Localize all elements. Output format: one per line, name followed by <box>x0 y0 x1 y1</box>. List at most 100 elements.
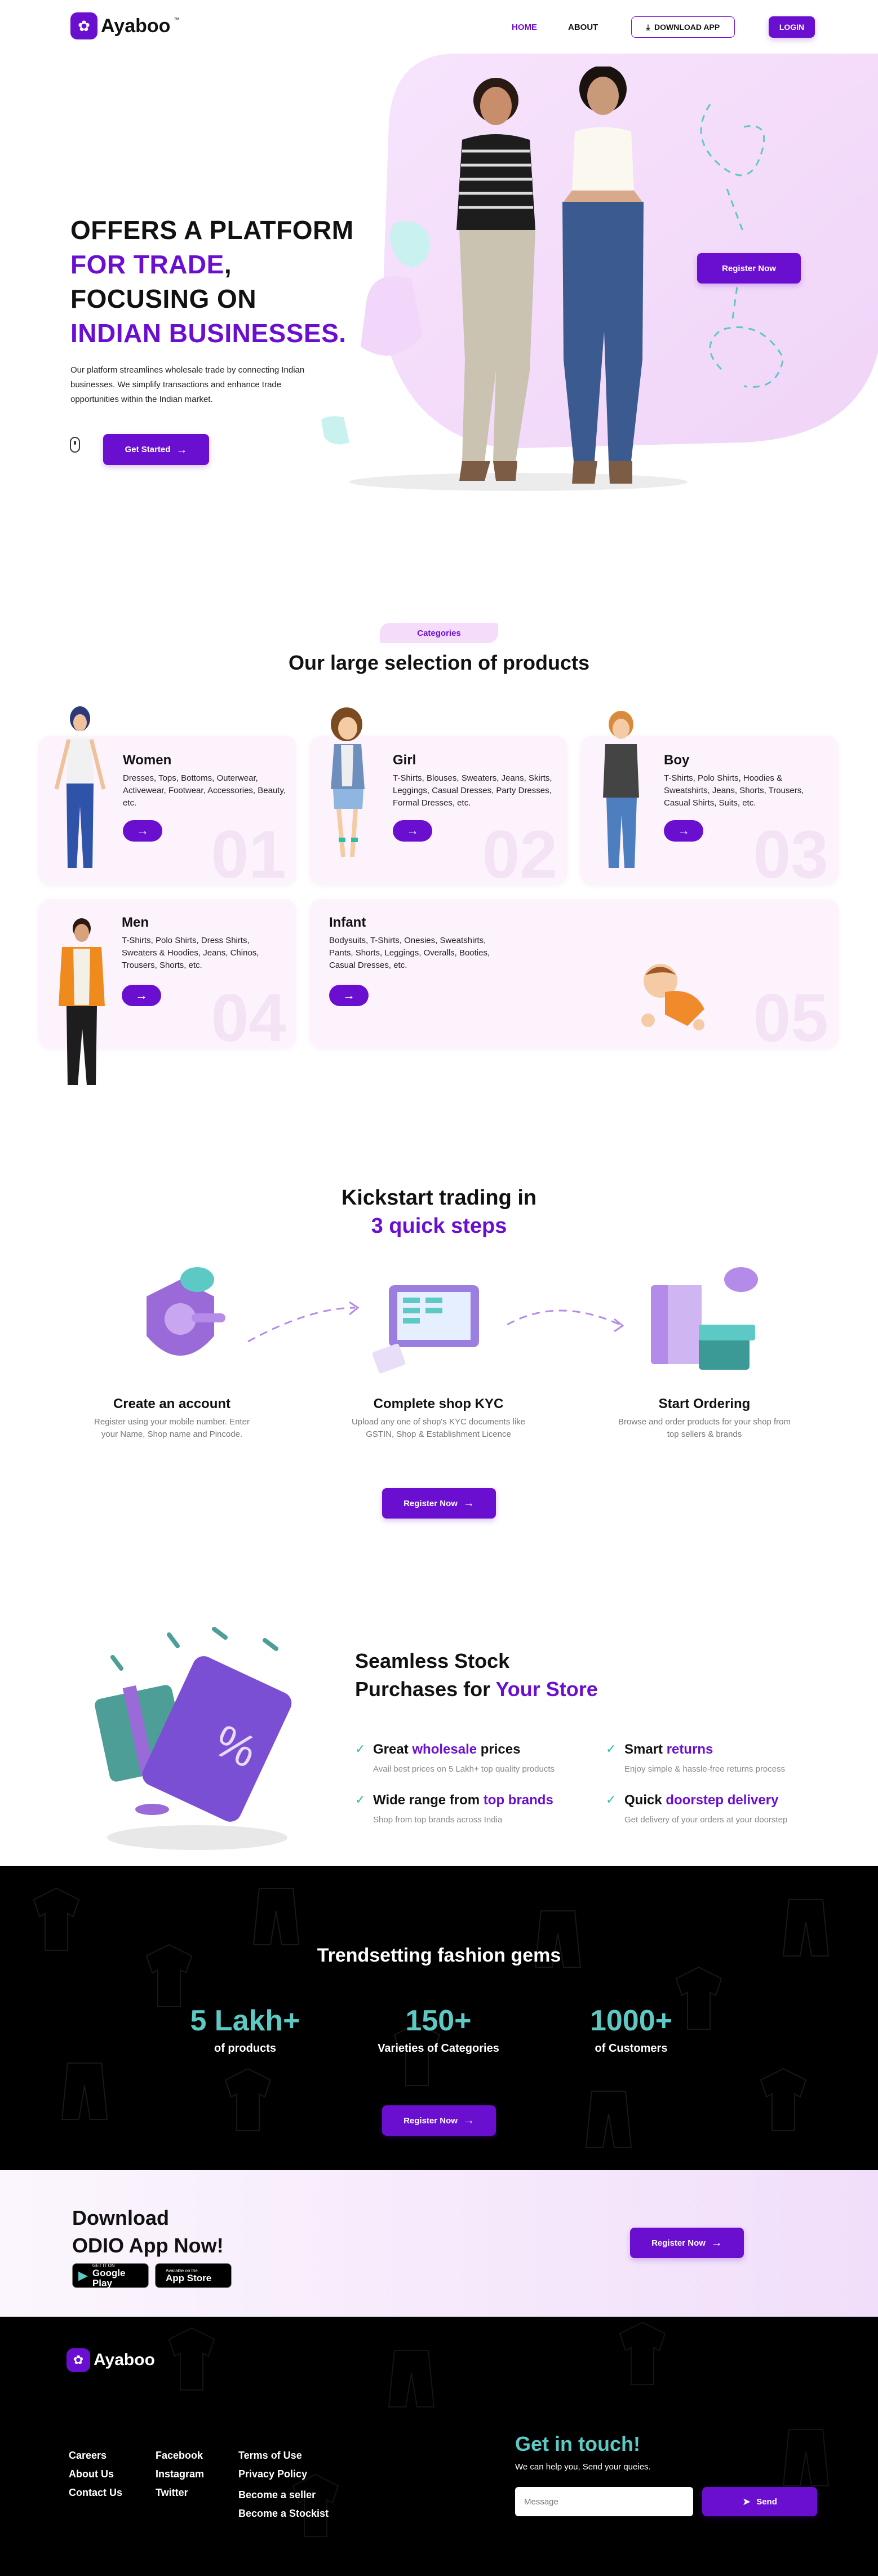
feature-desc: Avail best prices on 5 Lakh+ top quality… <box>373 1764 555 1774</box>
category-title: Boy <box>664 753 690 768</box>
arrow-right-icon: → <box>176 443 188 456</box>
arrow-right-icon[interactable]: → <box>329 985 369 1006</box>
footer-link-careers[interactable]: Careers <box>69 2450 107 2462</box>
footer-link-seller[interactable]: Become a seller <box>238 2489 316 2501</box>
feature-highlight: wholesale <box>412 1742 477 1757</box>
stat-value: 5 Lakh+ <box>190 2004 300 2037</box>
apple-big-text: App Store <box>166 2272 212 2283</box>
download-line-2: ODIO App Now! <box>72 2234 224 2257</box>
arrow-right-icon[interactable]: → <box>123 820 162 842</box>
boy-figure-illustration <box>603 711 639 868</box>
step-title: Create an account <box>113 1396 231 1411</box>
hero-line-4: INDIAN BUSINESSES. <box>70 318 347 348</box>
google-play-icon: ▶ <box>78 2268 88 2282</box>
gift-coupon-illustration: % <box>95 1627 292 1850</box>
category-desc: T-Shirts, Polo Shirts, Hoodies & Sweatsh… <box>664 773 804 808</box>
arrow-right-icon: → <box>463 1497 475 1510</box>
seamless-line-1: Seamless Stock <box>355 1649 510 1672</box>
send-button[interactable]: ➤ Send <box>702 2487 817 2516</box>
step-desc: Upload any one of shop's KYC documents l… <box>351 1417 526 1439</box>
category-number: 05 <box>753 980 828 1056</box>
send-icon: ➤ <box>742 2495 751 2507</box>
seamless-line-2b: Your Store <box>495 1678 598 1701</box>
feature-highlight: top brands <box>483 1792 553 1808</box>
stat-label: of Customers <box>595 2042 668 2055</box>
footer-logo[interactable]: ✿ Ayaboo <box>66 2348 155 2372</box>
category-desc: Bodysuits, T-Shirts, Onesies, Sweatshirt… <box>329 936 490 970</box>
footer-link-stockist[interactable]: Become a Stockist <box>238 2508 329 2520</box>
stat-label: Varieties of Categories <box>378 2042 499 2055</box>
category-title: Men <box>122 915 149 930</box>
footer-link-contact[interactable]: Contact Us <box>69 2487 122 2499</box>
feature-title: Great wholesale prices <box>373 1742 520 1758</box>
google-play-button[interactable]: ▶ GET IT ON Google Play <box>72 2263 149 2288</box>
arrow-right-icon[interactable]: → <box>664 820 703 842</box>
app-store-button[interactable]: Available on the App Store <box>155 2263 232 2288</box>
step-title: Complete shop KYC <box>373 1396 504 1411</box>
feature-pre: Smart <box>624 1742 667 1757</box>
hero-description: Our platform streamlines wholesale trade… <box>70 365 305 404</box>
get-started-button[interactable]: Get Started → <box>103 434 209 465</box>
hero-register-button[interactable]: Register Now <box>697 253 801 284</box>
arrow-right-icon[interactable]: → <box>122 985 161 1006</box>
step-desc: Browse and order products for your shop … <box>618 1417 791 1439</box>
feature-pre: Quick <box>624 1792 666 1808</box>
step-desc: Register using your mobile number. Enter… <box>94 1417 250 1439</box>
hero-heading: OFFERS A PLATFORM FOR TRADE, FOCUSING ON… <box>70 213 354 351</box>
seamless-line-2a: Purchases for <box>355 1678 496 1701</box>
logo-mark-icon: ✿ <box>70 12 97 39</box>
steps-heading-1: Kickstart trading in <box>341 1186 537 1210</box>
feature-pre: Wide range from <box>373 1792 484 1808</box>
feature-post: prices <box>477 1742 521 1757</box>
footer-link-facebook[interactable]: Facebook <box>156 2450 203 2462</box>
categories-heading: Our large selection of products <box>288 651 590 674</box>
login-label: LOGIN <box>779 23 805 32</box>
steps-heading: Kickstart trading in 3 quick steps <box>0 1184 878 1240</box>
category-desc: Dresses, Tops, Bottoms, Outerwear, Activ… <box>123 773 286 808</box>
footer-link-terms[interactable]: Terms of Use <box>238 2450 302 2462</box>
arrow-right-icon[interactable]: → <box>393 820 432 842</box>
login-button[interactable]: LOGIN <box>769 16 815 38</box>
footer-link-about[interactable]: About Us <box>69 2468 114 2480</box>
brand-name: Ayaboo <box>101 15 171 37</box>
stats-register-label: Register Now <box>403 2115 458 2126</box>
page: ✿ Ayaboo ™ HOME ABOUT ⤓ DOWNLOAD APP LOG… <box>0 0 878 2576</box>
footer-link-privacy[interactable]: Privacy Policy <box>238 2468 307 2480</box>
stats-section: Trendsetting fashion gems 5 Lakh+ of pro… <box>0 1866 878 2170</box>
hero-line-3: FOCUSING ON <box>70 284 257 313</box>
step-title: Start Ordering <box>658 1396 751 1411</box>
feature-desc: Get delivery of your orders at your door… <box>624 1815 788 1825</box>
feature-title: Smart returns <box>624 1742 713 1758</box>
touch-heading: Get in touch! <box>515 2432 640 2455</box>
steps-heading-2: 3 quick steps <box>371 1214 507 1238</box>
download-section: Download ODIO App Now! ▶ GET IT ON Google… <box>0 2170 878 2317</box>
footer-link-instagram[interactable]: Instagram <box>156 2468 204 2480</box>
women-figure-illustration <box>54 706 106 868</box>
category-number: 02 <box>482 817 557 892</box>
seamless-heading: Seamless Stock Purchases for Your Store <box>355 1647 598 1703</box>
girl-figure-illustration <box>331 707 365 857</box>
categories-pill: Categories <box>380 623 498 643</box>
download-app-button[interactable]: ⤓ DOWNLOAD APP <box>631 16 735 38</box>
stats-register-button[interactable]: Register Now → <box>382 2105 496 2136</box>
download-line-1: Download <box>72 2206 169 2229</box>
category-title: Infant <box>329 915 366 930</box>
download-register-button[interactable]: Register Now → <box>630 2228 744 2258</box>
message-input[interactable] <box>515 2487 693 2516</box>
steps-register-button[interactable]: Register Now → <box>382 1488 496 1519</box>
brand-logo[interactable]: ✿ Ayaboo ™ <box>70 12 179 39</box>
feature-desc: Shop from top brands across India <box>373 1815 503 1825</box>
footer-link-twitter[interactable]: Twitter <box>156 2487 188 2499</box>
feature-highlight: returns <box>666 1742 713 1757</box>
feature-pre: Great <box>373 1742 413 1757</box>
check-icon: ✓ <box>606 1792 617 1807</box>
google-big-text: Google Play <box>92 2267 126 2289</box>
footer-brand-name: Ayaboo <box>94 2351 155 2369</box>
mouse-icon <box>70 437 80 453</box>
category-card-infant[interactable]: Infant Bodysuits, T-Shirts, Onesies, Swe… <box>309 899 839 1052</box>
nav-about[interactable]: ABOUT <box>568 23 598 32</box>
men-figure-illustration <box>59 918 105 1085</box>
steps-illustrations <box>147 1267 758 1374</box>
send-label: Send <box>756 2497 777 2507</box>
nav-home[interactable]: HOME <box>512 23 537 32</box>
